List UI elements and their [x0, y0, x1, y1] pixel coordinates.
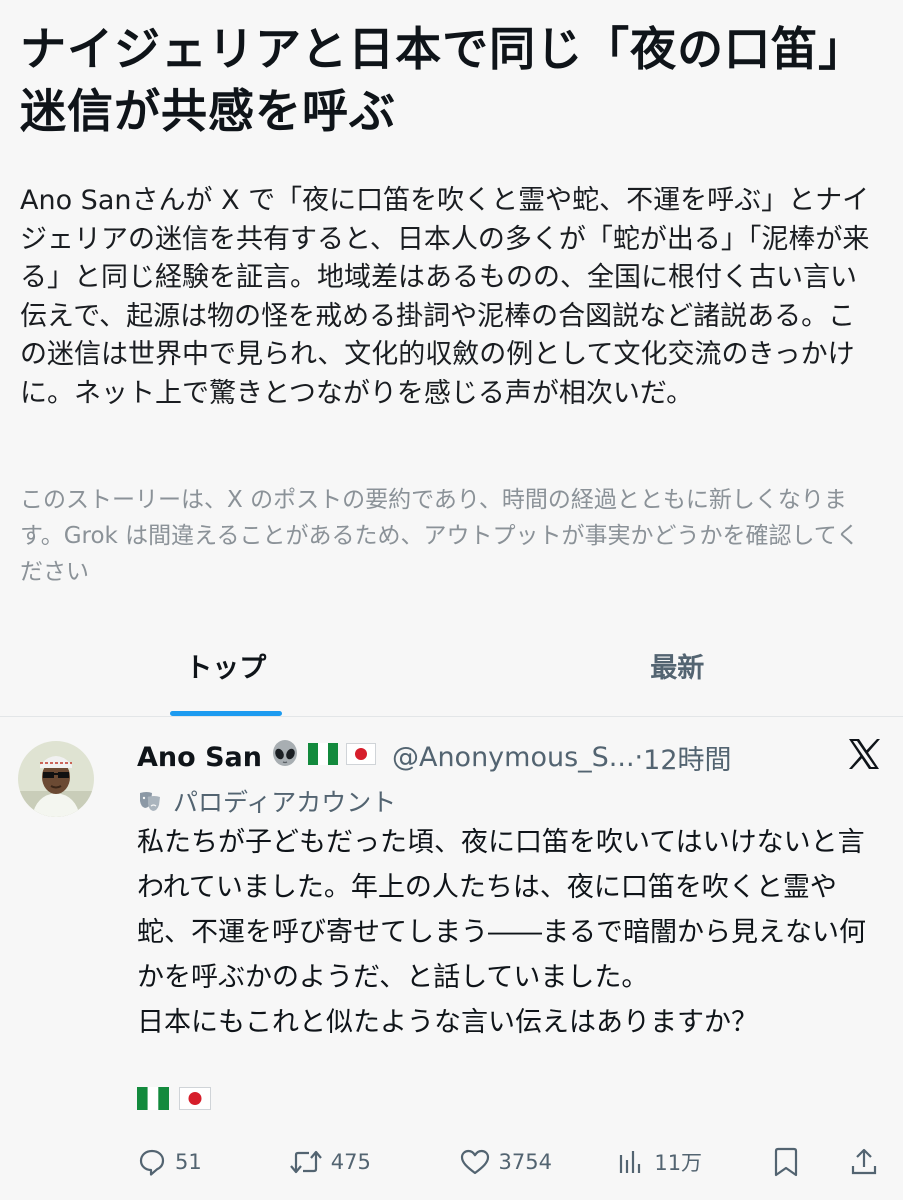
x-logo-icon[interactable] — [845, 735, 883, 773]
view-count: 11万 — [654, 1151, 703, 1175]
author-name[interactable]: Ano San — [137, 742, 262, 773]
post-actions: 51 475 3754 11万 — [137, 1142, 887, 1182]
reply-icon — [139, 1149, 165, 1176]
tab-top-label: トップ — [185, 653, 267, 684]
account-type-text: パロディアカウント — [173, 788, 397, 817]
avatar[interactable] — [18, 741, 94, 817]
author-handle[interactable]: @Anonymous_S... — [392, 742, 635, 773]
story-summary: Ano Sanさんが X で「夜に口笛を吹くと霊や蛇、不運を呼ぶ」とナイジェリア… — [20, 185, 870, 409]
reply-count: 51 — [175, 1150, 202, 1174]
post-flags — [137, 1084, 211, 1116]
active-tab-indicator — [169, 711, 282, 716]
alien-emoji-icon — [270, 739, 300, 776]
bookmark-button[interactable] — [771, 1146, 849, 1178]
heart-icon — [460, 1149, 489, 1175]
theater-masks-icon — [137, 788, 163, 814]
post-text: 私たちが子どもだった頃、夜に口笛を吹いてはいけないと言われていました。年上の人た… — [137, 827, 866, 1038]
grok-disclaimer: このストーリーは、X のポストの要約であり、時間の経過とともに新しくなります。G… — [20, 487, 860, 585]
parody-account-label: パロディアカウント — [137, 781, 396, 821]
nigeria-flag-icon — [137, 1084, 169, 1116]
japan-flag-icon — [179, 1084, 211, 1116]
tab-top[interactable]: トップ — [0, 630, 452, 716]
tab-latest-label: 最新 — [650, 653, 705, 684]
nigeria-flag-icon — [307, 741, 338, 774]
reply-button[interactable]: 51 — [137, 1147, 289, 1177]
story-headline: ナイジェリアと日本で同じ「夜の口笛」迷信が共感を呼ぶ — [20, 22, 866, 138]
share-button[interactable] — [849, 1146, 887, 1178]
separator-dot: · — [634, 741, 644, 773]
repost-icon — [289, 1150, 322, 1174]
views-button[interactable]: 11万 — [616, 1147, 771, 1177]
share-icon — [851, 1148, 877, 1175]
post-time[interactable]: 12時間 — [643, 738, 731, 777]
like-button[interactable]: 3754 — [459, 1147, 617, 1177]
like-count: 3754 — [498, 1150, 552, 1174]
tab-bar: トップ 最新 — [0, 630, 903, 717]
japan-flag-icon — [345, 741, 376, 774]
analytics-icon — [620, 1151, 641, 1173]
repost-count: 475 — [330, 1150, 371, 1174]
post-header: Ano San @Anonymous_S... · 12時間 — [137, 737, 837, 777]
bookmark-icon — [775, 1147, 798, 1177]
post[interactable]: Ano San @Anonymous_S... · 12時間 パロディアカウント… — [0, 717, 903, 1200]
tab-latest[interactable]: 最新 — [452, 630, 903, 716]
repost-button[interactable]: 475 — [289, 1147, 459, 1177]
